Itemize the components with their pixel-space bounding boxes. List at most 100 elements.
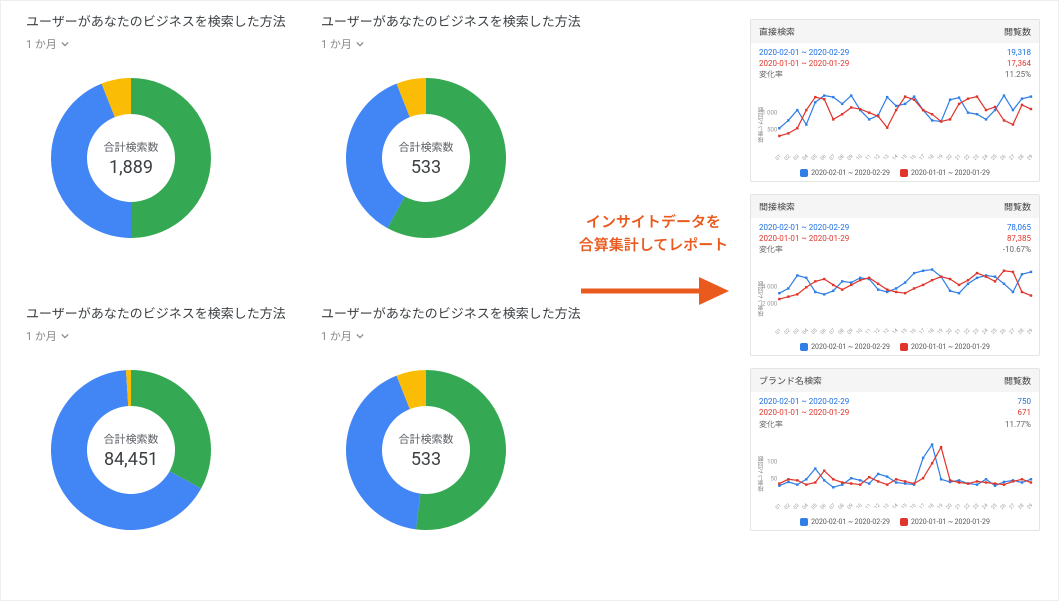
report-legend: 2020-02-01 ~ 2020-02-292020-01-01 ~ 2020… bbox=[751, 167, 1039, 181]
period-b-value: 671 bbox=[1018, 407, 1032, 418]
svg-text:23: 23 bbox=[972, 502, 980, 510]
period-dropdown[interactable]: 1 か月 bbox=[26, 36, 69, 52]
svg-text:13: 13 bbox=[882, 153, 890, 161]
svg-text:20: 20 bbox=[945, 153, 953, 161]
svg-text:28: 28 bbox=[1017, 153, 1025, 161]
svg-text:09: 09 bbox=[846, 153, 854, 161]
svg-text:16: 16 bbox=[909, 502, 917, 510]
svg-text:13: 13 bbox=[882, 502, 890, 510]
change-value: -10.67% bbox=[1003, 244, 1031, 255]
svg-text:50: 50 bbox=[770, 475, 777, 482]
series-b bbox=[779, 447, 1031, 484]
svg-text:17: 17 bbox=[918, 328, 926, 336]
legend-swatch-a bbox=[800, 169, 808, 177]
arrow-line1: インサイトデータを bbox=[586, 213, 721, 231]
donut-slice-2-0 bbox=[131, 370, 211, 489]
arrow-line2: 合算集計してレポート bbox=[579, 236, 729, 254]
period-a: 2020-02-01 ~ 2020-02-29 bbox=[759, 222, 849, 233]
period-a-value: 19,318 bbox=[1007, 47, 1031, 58]
svg-text:29: 29 bbox=[1026, 328, 1034, 336]
period-label: 1 か月 bbox=[321, 36, 352, 52]
legend-swatch-b bbox=[900, 518, 908, 526]
donut-title: ユーザーがあなたのビジネスを検索した方法 bbox=[321, 11, 596, 30]
donut-card-2: ユーザーがあなたのビジネスを検索した方法1 か月合計検索数84,451 bbox=[26, 303, 301, 550]
period-dropdown[interactable]: 1 か月 bbox=[26, 328, 69, 344]
aggregate-arrow-block: インサイトデータを 合算集計してレポート bbox=[571, 211, 736, 315]
svg-text:25: 25 bbox=[990, 153, 998, 161]
svg-text:13: 13 bbox=[882, 328, 890, 336]
report-line-chart: 検索した回数1005001020304050607080910111213141… bbox=[755, 434, 1035, 514]
svg-text:24: 24 bbox=[981, 328, 989, 336]
donut-title: ユーザーがあなたのビジネスを検索した方法 bbox=[321, 303, 596, 322]
change-label: 変化率 bbox=[759, 244, 783, 255]
donut-card-3: ユーザーがあなたのビジネスを検索した方法 1 か月合計検索数533 bbox=[321, 303, 596, 550]
svg-text:02: 02 bbox=[783, 153, 791, 161]
svg-text:06: 06 bbox=[819, 502, 827, 510]
report-card-2: ブランド名検索閲覧数2020-02-01 ~ 2020-02-297502020… bbox=[750, 368, 1040, 531]
svg-text:20: 20 bbox=[945, 502, 953, 510]
svg-text:15: 15 bbox=[900, 328, 908, 336]
svg-text:25: 25 bbox=[990, 502, 998, 510]
svg-text:28: 28 bbox=[1017, 502, 1025, 510]
svg-text:15: 15 bbox=[900, 502, 908, 510]
svg-text:08: 08 bbox=[837, 153, 845, 161]
period-dropdown[interactable]: 1 か月 bbox=[321, 328, 364, 344]
svg-text:08: 08 bbox=[837, 502, 845, 510]
svg-text:26: 26 bbox=[999, 153, 1007, 161]
report-title: ブランド名検索 bbox=[759, 374, 822, 387]
legend-swatch-b bbox=[900, 169, 908, 177]
views-col-header: 閲覧数 bbox=[1004, 374, 1031, 387]
svg-text:06: 06 bbox=[819, 153, 827, 161]
svg-text:17: 17 bbox=[918, 153, 926, 161]
period-dropdown[interactable]: 1 か月 bbox=[321, 36, 364, 52]
reports-column: 直接検索閲覧数2020-02-01 ~ 2020-02-2919,3182020… bbox=[750, 19, 1040, 531]
svg-text:23: 23 bbox=[972, 328, 980, 336]
svg-text:05: 05 bbox=[810, 153, 818, 161]
svg-text:25: 25 bbox=[990, 328, 998, 336]
svg-text:22: 22 bbox=[963, 502, 971, 510]
svg-text:18: 18 bbox=[927, 153, 935, 161]
period-b-value: 87,385 bbox=[1007, 233, 1031, 244]
svg-text:10: 10 bbox=[855, 502, 863, 510]
change-label: 変化率 bbox=[759, 69, 783, 80]
svg-text:04: 04 bbox=[801, 328, 809, 336]
period-a: 2020-02-01 ~ 2020-02-29 bbox=[759, 396, 849, 407]
svg-text:24: 24 bbox=[981, 502, 989, 510]
svg-text:05: 05 bbox=[810, 502, 818, 510]
donut-slice-0-0 bbox=[131, 78, 211, 238]
donut-chart: 合計検索数84,451 bbox=[31, 350, 231, 550]
legend-swatch-a bbox=[800, 343, 808, 351]
svg-text:21: 21 bbox=[954, 328, 962, 336]
svg-text:17: 17 bbox=[918, 502, 926, 510]
svg-text:01: 01 bbox=[775, 153, 783, 161]
right-arrow-icon bbox=[579, 271, 729, 311]
svg-text:20: 20 bbox=[945, 328, 953, 336]
svg-text:11: 11 bbox=[864, 328, 872, 336]
report-card-0: 直接検索閲覧数2020-02-01 ~ 2020-02-2919,3182020… bbox=[750, 19, 1040, 182]
legend-swatch-a bbox=[800, 518, 808, 526]
svg-text:04: 04 bbox=[801, 153, 809, 161]
period-a-value: 750 bbox=[1018, 396, 1032, 407]
period-b-value: 17,364 bbox=[1007, 58, 1031, 69]
legend-swatch-b bbox=[900, 343, 908, 351]
svg-text:03: 03 bbox=[792, 328, 800, 336]
report-title: 直接検索 bbox=[759, 25, 795, 38]
svg-text:12: 12 bbox=[873, 328, 881, 336]
views-col-header: 閲覧数 bbox=[1004, 200, 1031, 213]
svg-text:15: 15 bbox=[900, 153, 908, 161]
donut-grid: ユーザーがあなたのビジネスを検索した方法1 か月合計検索数1,889ユーザーがあ… bbox=[26, 11, 596, 550]
svg-text:100: 100 bbox=[767, 458, 778, 465]
report-title: 間接検索 bbox=[759, 200, 795, 213]
period-b: 2020-01-01 ~ 2020-01-29 bbox=[759, 233, 849, 244]
period-b: 2020-01-01 ~ 2020-01-29 bbox=[759, 58, 849, 69]
change-value: 11.25% bbox=[1005, 69, 1031, 80]
svg-text:02: 02 bbox=[783, 328, 791, 336]
svg-text:29: 29 bbox=[1026, 502, 1034, 510]
y-axis-label: 検索した回数 bbox=[757, 107, 766, 143]
svg-text:04: 04 bbox=[801, 502, 809, 510]
svg-text:09: 09 bbox=[846, 502, 854, 510]
chevron-down-icon bbox=[61, 40, 69, 48]
report-legend: 2020-02-01 ~ 2020-02-292020-01-01 ~ 2020… bbox=[751, 341, 1039, 355]
donut-chart: 合計検索数533 bbox=[326, 350, 526, 550]
chevron-down-icon bbox=[61, 332, 69, 340]
